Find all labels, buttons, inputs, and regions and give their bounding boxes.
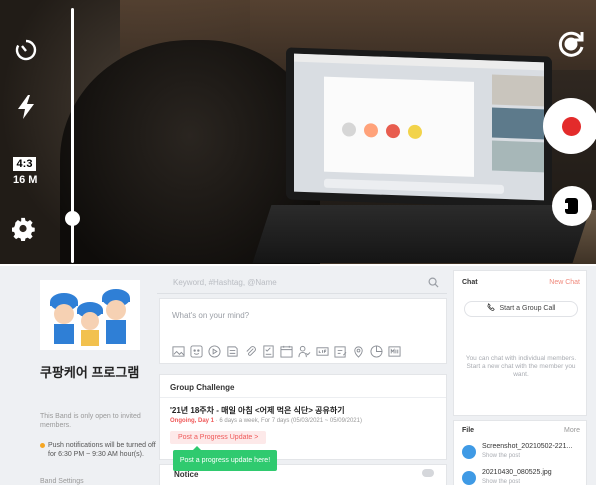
- progress-tooltip: Post a progress update here!: [173, 450, 277, 471]
- challenge-name[interactable]: '21년 18주차 - 매일 아침 <어제 먹은 식단> 공유하기: [170, 405, 345, 416]
- notice-title: Notice: [174, 470, 199, 479]
- todo-icon[interactable]: [334, 345, 347, 358]
- chat-hint: You can chat with individual members. St…: [465, 355, 577, 378]
- laptop-display: [294, 53, 544, 201]
- gif-icon[interactable]: [316, 345, 329, 358]
- band-name: 쿠팡케어 프로그램: [40, 365, 140, 380]
- post-composer[interactable]: What's on your mind?: [159, 298, 447, 364]
- vote-icon[interactable]: [262, 345, 275, 358]
- show-post-link[interactable]: Show the post: [482, 479, 520, 485]
- post-progress-update-button[interactable]: Post a Progress Update >: [170, 431, 267, 444]
- challenge-schedule: · 6 days a week, For 7 days (05/03/2021 …: [215, 418, 362, 424]
- record-dot: [562, 117, 581, 136]
- show-post-link[interactable]: Show the post: [482, 453, 520, 459]
- band-right-panel: Chat New Chat Start a Group Call You can…: [453, 266, 587, 485]
- mac-dock: [324, 178, 504, 194]
- search-bar[interactable]: Keyword, #Hashtag, @Name: [157, 272, 447, 294]
- post-type-icon[interactable]: [226, 345, 239, 358]
- laptop-keyboard: [252, 205, 592, 263]
- start-group-call-button[interactable]: Start a Group Call: [464, 301, 578, 317]
- group-challenge-card: Group Challenge '21년 18주차 - 매일 아침 <어제 먹은…: [159, 374, 447, 460]
- chat-panel: Chat New Chat Start a Group Call You can…: [453, 270, 587, 416]
- band-settings-link[interactable]: Band Settings: [40, 478, 84, 485]
- record-button[interactable]: [543, 98, 596, 154]
- composer-toolbar: [172, 345, 401, 358]
- chat-title: Chat: [462, 279, 478, 286]
- notice-count-badge: [422, 469, 434, 477]
- mac-toolbar: [294, 53, 544, 71]
- video-icon[interactable]: [208, 345, 221, 358]
- band-app: 쿠팡케어 프로그램 This Band is only open to invi…: [0, 266, 596, 485]
- gear-icon[interactable]: [11, 217, 36, 246]
- warning-dot-icon: [40, 443, 45, 448]
- divider: [160, 397, 446, 398]
- slide-circle: [386, 123, 400, 139]
- slide-circle: [408, 124, 422, 140]
- file-name: 20210430_080525.jpg: [482, 469, 552, 476]
- file-more-link[interactable]: More: [564, 427, 580, 434]
- file-item[interactable]: Screenshot_20210502-221... Show the post: [462, 443, 584, 465]
- aspect-ratio-value: 4:3: [13, 157, 36, 171]
- sticker-icon[interactable]: [190, 345, 203, 358]
- presentation-slide: [324, 76, 474, 177]
- video-tile: [492, 74, 544, 107]
- slide-circle: [364, 123, 378, 138]
- phone-icon: [486, 303, 495, 311]
- camera-viewfinder: 4:3 16 M: [0, 0, 596, 266]
- capture-photo-button[interactable]: [552, 186, 592, 226]
- search-input[interactable]: Keyword, #Hashtag, @Name: [173, 278, 277, 287]
- file-name: Screenshot_20210502-221...: [482, 443, 573, 450]
- band-privacy-info: This Band is only open to invited member…: [40, 413, 141, 429]
- band-sidebar: 쿠팡케어 프로그램 This Band is only open to invi…: [30, 266, 158, 485]
- calendar-icon[interactable]: [280, 345, 293, 358]
- file-panel: File More Screenshot_20210502-221... Sho…: [453, 420, 587, 485]
- challenge-status: Ongoing, Day 1: [170, 418, 215, 424]
- video-call-tiles: [492, 74, 544, 177]
- chart-icon[interactable]: [370, 345, 383, 358]
- laptop-screen: [286, 47, 552, 209]
- band-cover-image: [40, 280, 140, 350]
- composer-placeholder[interactable]: What's on your mind?: [172, 311, 249, 320]
- aspect-ratio-control[interactable]: 4:3 16 M: [13, 157, 37, 186]
- slide-circle: [342, 122, 356, 137]
- file-item[interactable]: 20210430_080525.jpg Show the post: [462, 469, 584, 485]
- switch-camera-icon[interactable]: [555, 28, 587, 65]
- search-icon[interactable]: [428, 277, 439, 288]
- challenge-section-title: Group Challenge: [170, 383, 235, 392]
- video-tile: [492, 107, 544, 140]
- photo-icon[interactable]: [172, 345, 185, 358]
- timer-icon[interactable]: [14, 38, 38, 67]
- file-icon: [462, 445, 476, 459]
- file-title: File: [462, 427, 475, 434]
- start-group-call-label: Start a Group Call: [499, 305, 556, 312]
- push-notification-text: Push notifications will be turned off fo…: [48, 442, 156, 458]
- new-chat-link[interactable]: New Chat: [549, 279, 580, 286]
- resolution-value: 16 M: [13, 174, 38, 186]
- video-tile: [492, 140, 544, 173]
- mission-icon[interactable]: [388, 345, 401, 358]
- challenge-meta: Ongoing, Day 1 · 6 days a week, For 7 da…: [170, 418, 362, 424]
- location-icon[interactable]: [352, 345, 365, 358]
- flash-icon[interactable]: [16, 94, 36, 125]
- attach-icon[interactable]: [244, 345, 257, 358]
- zoom-slider-thumb[interactable]: [65, 211, 80, 226]
- band-feed: Keyword, #Hashtag, @Name What's on your …: [157, 266, 449, 485]
- file-icon: [462, 471, 476, 485]
- attendance-icon[interactable]: [298, 345, 311, 358]
- push-notification-note: Push notifications will be turned off fo…: [40, 441, 158, 459]
